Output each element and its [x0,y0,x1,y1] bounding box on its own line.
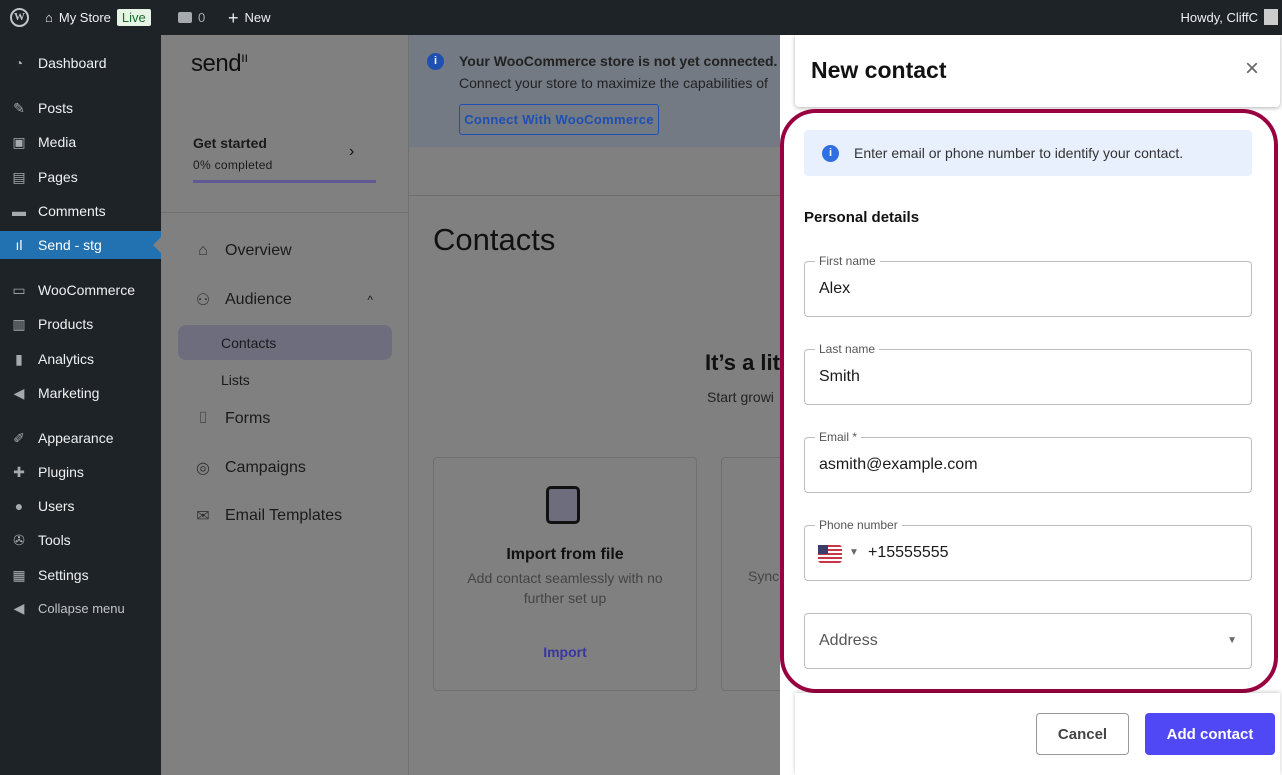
brush-icon: ✐ [13,430,25,446]
send-icon: ıl [15,237,23,253]
media-icon: ▣ [12,134,26,150]
wp-menu-item[interactable]: ▬ Comments [0,197,161,225]
comments-link[interactable]: 0 [178,10,205,25]
nav-overview[interactable]: ⌂ Overview [193,242,292,260]
import-card[interactable]: Import from file Add contact seamlessly … [433,457,697,691]
home-icon: ⌂ [198,242,208,259]
wrench-icon: ✇ [13,532,25,548]
wp-menu-item[interactable]: ✇ Tools [0,526,161,554]
nav-forms[interactable]: ⌷ Forms [193,410,270,428]
wp-menu-item[interactable]: ▥ Products [0,310,161,338]
cancel-button[interactable]: Cancel [1036,713,1129,755]
send-logo: sendıı [191,49,248,77]
wp-menu-item[interactable]: ✎ Posts [0,94,161,122]
site-link[interactable]: ⌂ My Store Live [45,9,151,26]
progress-bar [193,180,376,183]
wp-menu-item[interactable]: ◀ Marketing [0,379,161,407]
wp-menu-item[interactable]: ▤ Pages [0,163,161,191]
wp-menu-item[interactable]: ▦ Settings [0,561,161,589]
dashboard-icon: ◔ [14,55,24,71]
empty-text: Start growi [707,389,774,405]
chevron-right-icon: › [349,143,355,160]
info-icon: i [427,53,444,70]
connect-woocommerce-button[interactable]: Connect With WooCommerce [459,104,659,135]
wordpress-logo-icon[interactable]: W [10,8,29,27]
woo-icon: ▭ [12,282,26,298]
wp-menu-item[interactable]: ◔ Dashboard [0,49,161,77]
highlight-outline [780,109,1278,693]
admin-bar: W ⌂ My Store Live 0 + New Howdy, CliffC [0,0,1282,35]
chevron-up-icon: ^ [367,293,373,307]
plus-icon: + [228,7,239,28]
comment-icon: ▬ [12,203,26,219]
drawer-header: New contact × [795,35,1280,107]
page-title: Contacts [433,222,556,257]
divider [409,195,789,196]
nav-email-templates[interactable]: ✉ Email Templates [193,506,342,526]
import-file-icon [546,486,580,524]
live-badge: Live [116,9,151,26]
pages-icon: ▤ [12,169,26,185]
plugin-icon: ✚ [13,464,25,480]
new-link[interactable]: + New [228,7,271,28]
wp-menu-item[interactable]: ıl Send - stg [0,231,161,259]
avatar [1264,9,1278,25]
collapse-icon: ◀ [13,600,25,616]
wp-menu-item[interactable]: ✚ Plugins [0,458,161,486]
wp-menu-item[interactable]: ◀ Collapse menu [0,594,161,622]
wp-menu-item[interactable]: ● Users [0,492,161,520]
home-icon: ⌂ [45,10,53,25]
get-started-panel[interactable]: Get started 0% completed › [161,125,409,213]
nav-audience[interactable]: ⚇ Audience ^ [193,290,373,310]
wp-menu-item[interactable]: ▮ Analytics [0,345,161,373]
megaphone-icon: ◀ [13,385,25,401]
nav-campaigns[interactable]: ◎ Campaigns [193,458,306,478]
drawer-title: New contact [811,57,947,83]
envelope-icon: ✉ [196,508,210,525]
woocommerce-banner: i Your WooCommerce store is not yet conn… [409,35,789,147]
plugin-sidebar: sendıı Get started 0% completed › ⌂ Overv… [161,35,409,775]
wp-menu-item[interactable]: ▭ WooCommerce [0,276,161,304]
pin-icon: ✎ [13,100,25,116]
account-link[interactable]: Howdy, CliffC [1180,9,1278,25]
add-contact-button[interactable]: Add contact [1145,713,1275,755]
analytics-icon: ▮ [15,351,23,367]
empty-title: It’s a lit [705,350,780,375]
close-icon[interactable]: × [1245,55,1259,83]
wp-admin-menu: ◔ Dashboard ✎ Posts ▣ Media ▤ Pages ▬ Comments ıl S… [0,35,161,775]
settings-icon: ▦ [12,567,26,583]
user-icon: ● [14,498,24,514]
form-icon: ⌷ [198,410,208,427]
import-link[interactable]: Import [434,644,696,660]
comment-icon [178,12,192,23]
nav-lists[interactable]: Lists [221,372,250,388]
nav-contacts[interactable]: Contacts [178,325,392,360]
target-icon: ◎ [196,460,210,477]
products-icon: ▥ [12,316,26,332]
wp-menu-item[interactable]: ✐ Appearance [0,424,161,452]
wp-menu-item[interactable]: ▣ Media [0,128,161,156]
users-icon: ⚇ [195,292,211,309]
